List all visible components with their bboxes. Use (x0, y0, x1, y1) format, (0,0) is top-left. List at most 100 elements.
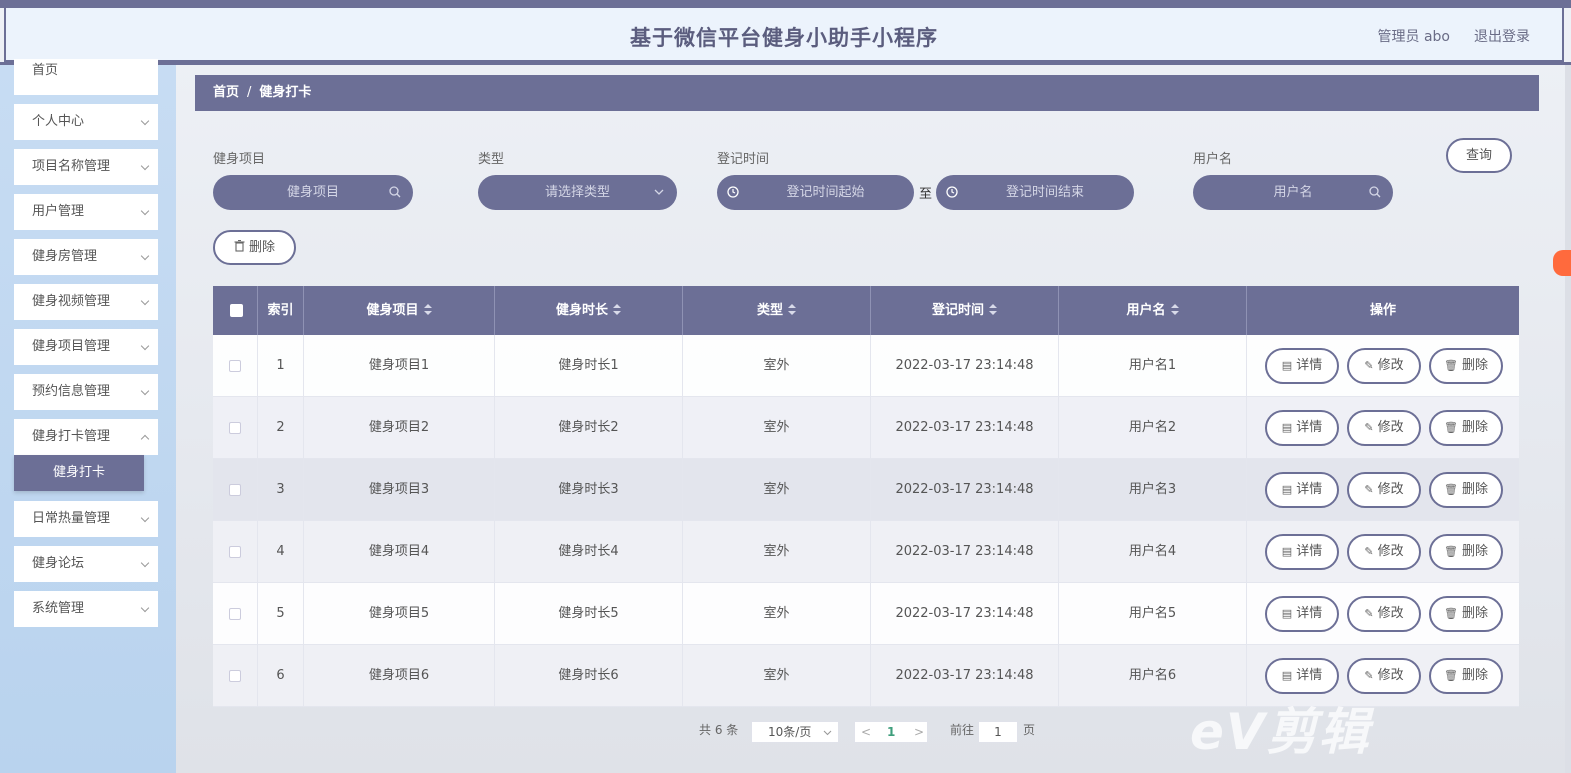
sidebar-item-personal-center[interactable]: 个人中心 (14, 104, 158, 140)
row-checkbox[interactable] (229, 422, 241, 434)
cell-time: 2022-03-17 23:14:48 (871, 521, 1059, 583)
document-icon: ▤ (1281, 669, 1293, 682)
detail-button[interactable]: ▤ 详情 (1265, 658, 1339, 694)
table-row[interactable]: 5 健身项目5 健身时长5 室外 2022-03-17 23:14:48 用户名5 ▤ 详情 ✎… (213, 583, 1519, 645)
column-header-type[interactable]: 类型 (683, 286, 871, 335)
trash-icon (234, 239, 245, 252)
select-all-checkbox[interactable] (230, 304, 243, 317)
table-header: 索引 健身项目 健身时长 类型 登记时间 用户名 操作 (213, 286, 1519, 335)
time-end-input[interactable]: 登记时间结束 (936, 175, 1134, 210)
edit-label: 修改 (1377, 606, 1404, 621)
table-row[interactable]: 3 健身项目3 健身时长3 室外 2022-03-17 23:14:48 用户名3 ▤ 详情 ✎… (213, 459, 1519, 521)
sidebar-item-system[interactable]: 系统管理 (14, 591, 158, 627)
cell-actions: ▤ 详情 ✎ 修改 🗑 删除 (1247, 397, 1519, 459)
edit-button[interactable]: ✎ 修改 (1347, 534, 1421, 570)
sort-icon[interactable] (788, 303, 796, 316)
table-row[interactable]: 1 健身项目1 健身时长1 室外 2022-03-17 23:14:48 用户名1 ▤ 详情 ✎… (213, 335, 1519, 397)
detail-button[interactable]: ▤ 详情 (1265, 472, 1339, 508)
row-checkbox[interactable] (229, 484, 241, 496)
sidebar-item-home[interactable]: 首页 (14, 59, 158, 95)
row-checkbox[interactable] (229, 546, 241, 558)
sidebar-item-fitness-projects[interactable]: 健身项目管理 (14, 329, 158, 365)
logout-link[interactable]: 退出登录 (1474, 26, 1530, 46)
scrollbar[interactable] (1565, 65, 1571, 773)
project-search-placeholder: 健身项目 (286, 185, 339, 200)
column-header-label: 健身项目 (366, 303, 419, 318)
breadcrumb-home[interactable]: 首页 (213, 85, 239, 100)
sidebar-item-project-names[interactable]: 项目名称管理 (14, 149, 158, 185)
chevron-down-icon (140, 161, 150, 171)
row-checkbox[interactable] (229, 670, 241, 682)
sort-icon[interactable] (613, 303, 621, 316)
delete-button[interactable]: 🗑 删除 (1429, 410, 1503, 446)
detail-button[interactable]: ▤ 详情 (1265, 348, 1339, 384)
sort-icon[interactable] (989, 303, 997, 316)
column-header-project[interactable]: 健身项目 (304, 286, 495, 335)
edit-label: 修改 (1377, 482, 1404, 497)
column-header-duration[interactable]: 健身时长 (495, 286, 683, 335)
column-header-label: 用户名 (1126, 303, 1166, 318)
cell-index: 4 (258, 521, 304, 583)
edit-button[interactable]: ✎ 修改 (1347, 348, 1421, 384)
floating-widget-icon[interactable] (1553, 250, 1571, 276)
sidebar-item-calories[interactable]: 日常热量管理 (14, 501, 158, 537)
sidebar-item-checkin[interactable]: 健身打卡 (14, 455, 144, 491)
clock-icon (727, 186, 739, 198)
edit-label: 修改 (1377, 358, 1404, 373)
sidebar-item-users[interactable]: 用户管理 (14, 194, 158, 230)
delete-button[interactable]: 🗑 删除 (1429, 472, 1503, 508)
sidebar-item-reservations[interactable]: 预约信息管理 (14, 374, 158, 410)
sidebar-item-videos[interactable]: 健身视频管理 (14, 284, 158, 320)
sidebar-item-label: 日常热量管理 (32, 511, 111, 526)
prev-page-button[interactable]: < (861, 722, 871, 742)
cell-actions: ▤ 详情 ✎ 修改 🗑 删除 (1247, 335, 1519, 397)
row-checkbox[interactable] (229, 608, 241, 620)
delete-button[interactable]: 🗑 删除 (1429, 348, 1503, 384)
sort-icon[interactable] (1170, 303, 1179, 316)
sidebar-item-label: 健身论坛 (32, 556, 85, 571)
edit-button[interactable]: ✎ 修改 (1347, 410, 1421, 446)
column-header-username[interactable]: 用户名 (1059, 286, 1247, 335)
sidebar-item-gyms[interactable]: 健身房管理 (14, 239, 158, 275)
delete-button[interactable]: 🗑 删除 (1429, 658, 1503, 694)
project-filter-label: 健身项目 (213, 152, 266, 167)
delete-button[interactable]: 🗑 删除 (1429, 596, 1503, 632)
row-select-cell (213, 397, 258, 459)
detail-button[interactable]: ▤ 详情 (1265, 534, 1339, 570)
table-row[interactable]: 4 健身项目4 健身时长4 室外 2022-03-17 23:14:48 用户名4 ▤ 详情 ✎… (213, 521, 1519, 583)
next-page-button[interactable]: > (914, 722, 924, 742)
goto-page-input[interactable]: 1 (978, 721, 1018, 743)
cell-user: 用户名2 (1059, 397, 1247, 459)
cell-user: 用户名1 (1059, 335, 1247, 397)
delete-label: 删除 (1461, 606, 1488, 621)
sort-icon[interactable] (423, 303, 432, 316)
admin-user: 管理员 abo (1377, 29, 1450, 45)
time-start-input[interactable]: 登记时间起始 (717, 175, 914, 210)
edit-button[interactable]: ✎ 修改 (1347, 658, 1421, 694)
username-search-input[interactable]: 用户名 (1193, 175, 1393, 210)
row-checkbox[interactable] (229, 360, 241, 372)
edit-button[interactable]: ✎ 修改 (1347, 472, 1421, 508)
batch-delete-button[interactable]: 删除 (213, 230, 296, 265)
chevron-down-icon (140, 296, 150, 306)
current-page[interactable]: 1 (887, 722, 895, 742)
row-select-cell (213, 645, 258, 707)
detail-button[interactable]: ▤ 详情 (1265, 596, 1339, 632)
project-search-input[interactable]: 健身项目 (213, 175, 413, 210)
sidebar-item-checkin-management[interactable]: 健身打卡管理 (14, 419, 158, 455)
detail-button[interactable]: ▤ 详情 (1265, 410, 1339, 446)
cell-time: 2022-03-17 23:14:48 (871, 335, 1059, 397)
column-header-time[interactable]: 登记时间 (871, 286, 1059, 335)
breadcrumb: 首页 / 健身打卡 (195, 75, 1539, 111)
trash-icon: 🗑 (1444, 483, 1458, 496)
query-button[interactable]: 查询 (1446, 138, 1512, 173)
sidebar-item-forum[interactable]: 健身论坛 (14, 546, 158, 582)
top-band (0, 0, 1571, 8)
edit-button[interactable]: ✎ 修改 (1347, 596, 1421, 632)
cell-actions: ▤ 详情 ✎ 修改 🗑 删除 (1247, 521, 1519, 583)
table-row[interactable]: 2 健身项目2 健身时长2 室外 2022-03-17 23:14:48 用户名2 ▤ 详情 ✎… (213, 397, 1519, 459)
edit-label: 修改 (1377, 544, 1404, 559)
page-size-select[interactable]: 10条/页 (751, 721, 839, 743)
type-select[interactable]: 请选择类型 (478, 175, 677, 210)
delete-button[interactable]: 🗑 删除 (1429, 534, 1503, 570)
